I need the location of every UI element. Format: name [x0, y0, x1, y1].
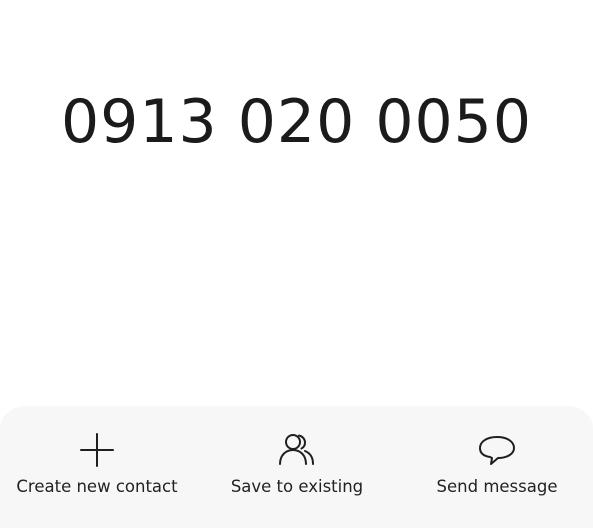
create-new-contact-button[interactable]: Create new contact [0, 408, 196, 515]
send-message-label: Send message [436, 477, 558, 496]
dialed-number: 0913 020 0050 [60, 87, 533, 157]
create-new-contact-label: Create new contact [16, 477, 178, 496]
save-to-existing-button[interactable]: Save to existing [198, 408, 396, 515]
save-to-existing-label: Save to existing [230, 477, 364, 496]
action-sheet: Create new contact Save to existing Send… [0, 408, 593, 528]
chat-bubble-icon [477, 430, 517, 470]
contacts-icon [277, 430, 317, 470]
plus-icon [77, 430, 117, 470]
send-message-button[interactable]: Send message [398, 408, 593, 515]
